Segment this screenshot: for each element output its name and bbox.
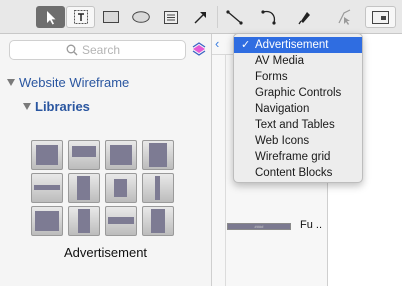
smart-connector-tool-button[interactable] bbox=[330, 6, 359, 28]
chevron-left-icon[interactable]: ‹ bbox=[215, 37, 219, 51]
menu-item-label: Navigation bbox=[255, 103, 310, 115]
line-icon bbox=[226, 9, 243, 25]
thumbnail-cell bbox=[142, 173, 174, 203]
curve-tool-button[interactable] bbox=[255, 6, 284, 28]
library-panel: Website Wireframe Libraries Advertisemen… bbox=[0, 34, 212, 286]
frame-icon bbox=[372, 10, 389, 24]
library-toggle-icon[interactable] bbox=[191, 41, 207, 57]
smart-connector-icon bbox=[338, 9, 351, 25]
menu-item-label: Advertisement bbox=[255, 39, 329, 51]
menu-item-label: Forms bbox=[255, 71, 288, 83]
text-box-icon bbox=[73, 10, 88, 24]
text-tool-button[interactable] bbox=[66, 6, 95, 28]
thumbnail-cell bbox=[31, 173, 63, 203]
library-dropdown-menu: ✓ Advertisement AV Media Forms Graphic C… bbox=[233, 33, 363, 183]
thumbnail-cell bbox=[142, 206, 174, 236]
thumbnail-cell bbox=[105, 140, 137, 170]
search-field[interactable] bbox=[9, 40, 186, 60]
menu-item-navigation[interactable]: Navigation bbox=[234, 101, 362, 117]
line-tool-button[interactable] bbox=[220, 6, 249, 28]
thumbnail-cell bbox=[68, 206, 100, 236]
search-input[interactable] bbox=[82, 43, 178, 57]
menu-item-content-blocks[interactable]: Content Blocks bbox=[234, 165, 362, 181]
tree-node-label: Website Wireframe bbox=[19, 75, 130, 90]
ellipse-icon bbox=[131, 11, 150, 23]
menu-item-label: Text and Tables bbox=[255, 119, 335, 131]
tree-node-label: Libraries bbox=[35, 99, 90, 114]
rectangle-tool-button[interactable] bbox=[96, 6, 125, 28]
object-label: Fu .. bbox=[300, 219, 323, 231]
menu-item-label: Web Icons bbox=[255, 135, 310, 147]
arrow-tool-button[interactable] bbox=[186, 6, 215, 28]
thumbnail-cell bbox=[31, 140, 63, 170]
menu-item-wireframe-grid[interactable]: Wireframe grid bbox=[234, 149, 362, 165]
note-icon bbox=[163, 10, 178, 24]
tree-node-website-wireframe[interactable]: Website Wireframe bbox=[7, 75, 129, 90]
curve-icon bbox=[261, 10, 276, 25]
thumbnail-cell bbox=[68, 140, 100, 170]
toolbar bbox=[0, 0, 402, 34]
menu-item-label: Content Blocks bbox=[255, 167, 333, 179]
tree-node-libraries[interactable]: Libraries bbox=[23, 99, 90, 114]
menu-item-label: AV Media bbox=[255, 55, 305, 67]
pen-icon bbox=[298, 11, 310, 24]
checkmark-icon: ✓ bbox=[241, 39, 251, 51]
menu-item-av-media[interactable]: AV Media bbox=[234, 53, 362, 69]
search-icon bbox=[66, 44, 78, 56]
ellipse-tool-button[interactable] bbox=[126, 6, 155, 28]
object-preview[interactable]: #### bbox=[227, 223, 291, 230]
arrow-icon bbox=[194, 11, 206, 23]
menu-item-forms[interactable]: Forms bbox=[234, 69, 362, 85]
menu-item-graphic-controls[interactable]: Graphic Controls bbox=[234, 85, 362, 101]
disclosure-triangle-icon[interactable] bbox=[7, 79, 15, 86]
disclosure-triangle-icon[interactable] bbox=[23, 103, 31, 110]
rectangle-icon bbox=[102, 11, 119, 23]
library-caption: Advertisement bbox=[63, 245, 148, 260]
pointer-icon bbox=[46, 10, 55, 24]
menu-item-label: Wireframe grid bbox=[255, 151, 331, 163]
menu-item-advertisement[interactable]: ✓ Advertisement bbox=[234, 37, 362, 53]
thumbnail-cell bbox=[68, 173, 100, 203]
thumbnail-cell bbox=[105, 173, 137, 203]
note-tool-button[interactable] bbox=[156, 6, 185, 28]
thumbnail-cell bbox=[31, 206, 63, 236]
thumbnail-cell bbox=[105, 206, 137, 236]
menu-item-label: Graphic Controls bbox=[255, 87, 342, 99]
frame-tool-button[interactable] bbox=[365, 6, 396, 28]
pen-tool-button[interactable] bbox=[290, 6, 319, 28]
menu-item-text-and-tables[interactable]: Text and Tables bbox=[234, 117, 362, 133]
menu-item-web-icons[interactable]: Web Icons bbox=[234, 133, 362, 149]
pointer-tool-button[interactable] bbox=[36, 6, 65, 28]
thumbnail-cell bbox=[142, 140, 174, 170]
